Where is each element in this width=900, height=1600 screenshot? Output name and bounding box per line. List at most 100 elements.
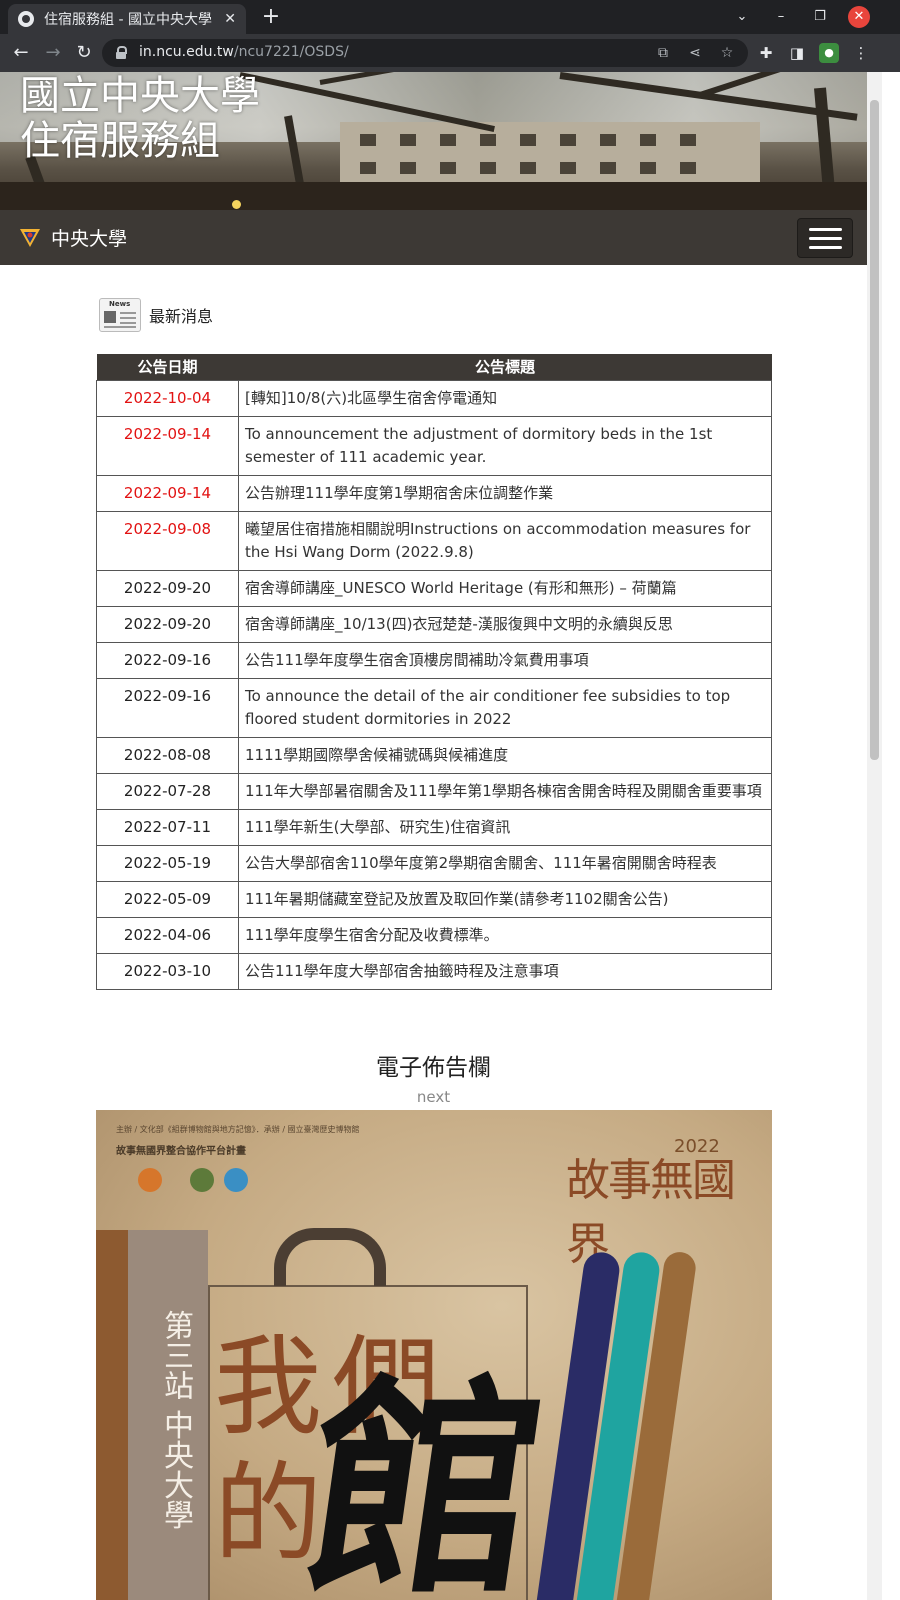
- news-row[interactable]: 2022-09-08 曦望居住宿措施相關說明Instructions on acc…: [96, 510, 772, 571]
- poster-suitcase-handle: [274, 1228, 386, 1286]
- news-row[interactable]: 2022-05-19 公告大學部宿舍110學年度第2學期宿舍關舍、111年暑宿開關…: [96, 844, 772, 882]
- news-date: 2022-09-16: [96, 677, 239, 738]
- news-row[interactable]: 2022-09-14 公告辦理111學年度第1學期宿舍床位調整作業: [96, 474, 772, 512]
- news-row[interactable]: 2022-04-06 111學年度學生宿舍分配及收費標準。: [96, 916, 772, 954]
- address-bar[interactable]: in.ncu.edu.tw/ncu7221/OSDS/ ⧉ ⋖ ☆: [102, 39, 748, 67]
- browser-tab-active[interactable]: 住宿服務組 - 國立中央大學 ✕: [8, 4, 246, 34]
- column-header-title: 公告標題: [238, 354, 772, 380]
- poster-leaf-logo-icon: [190, 1168, 214, 1192]
- extensions-puzzle-icon[interactable]: ✚: [756, 43, 776, 63]
- menu-kebab-icon[interactable]: ⋮: [851, 43, 871, 63]
- tab-close-icon[interactable]: ✕: [224, 11, 236, 27]
- banner-ground: [0, 182, 867, 210]
- news-section-title: 最新消息: [149, 307, 214, 326]
- news-table-body: 2022-10-04 [轉知]10/8(六)北區學生宿舍停電通知 2022-09-1…: [96, 379, 772, 990]
- poster-taiwan-logo-icon: [138, 1168, 162, 1192]
- site-title-line2: 住宿服務組: [20, 118, 220, 164]
- tab-title: 住宿服務組 - 國立中央大學: [44, 12, 212, 28]
- restore-button[interactable]: ❐: [809, 6, 831, 28]
- poster-organizer-text: 主辦 / 文化部《組群博物館與地方記憶》．承辦 / 國立臺灣歷史博物館: [116, 1125, 360, 1134]
- newspaper-photo: [104, 311, 116, 323]
- news-title-link[interactable]: 111學年新生(大學部、研究生)住宿資訊: [238, 808, 772, 846]
- news-title-link[interactable]: 宿舍導師講座_10/13(四)衣冠楚楚-漢服復興中文明的永續與反思: [238, 605, 772, 643]
- news-title-link[interactable]: 宿舍導師講座_UNESCO World Heritage (有形和無形) – 荷…: [238, 569, 772, 607]
- news-title-link[interactable]: 111年暑期儲藏室登記及放置及取回作業(請參考1102關舍公告): [238, 880, 772, 918]
- news-row[interactable]: 2022-09-20 宿舍導師講座_UNESCO World Heritage (…: [96, 569, 772, 607]
- news-row[interactable]: 2022-10-04 [轉知]10/8(六)北區學生宿舍停電通知: [96, 379, 772, 417]
- news-row[interactable]: 2022-05-09 111年暑期儲藏室登記及放置及取回作業(請參考1102關舍公…: [96, 880, 772, 918]
- building-window: [480, 134, 496, 146]
- news-date: 2022-09-14: [96, 474, 239, 512]
- building-window: [400, 134, 416, 146]
- browser-toolbar: ← → ↻ in.ncu.edu.tw/ncu7221/OSDS/ ⧉ ⋖ ☆ …: [0, 34, 900, 72]
- bookmark-star-icon[interactable]: ☆: [718, 44, 736, 62]
- newspaper-icon-tag: News: [109, 300, 131, 308]
- news-row[interactable]: 2022-09-16 To announce the detail of the …: [96, 677, 772, 738]
- lock-icon[interactable]: [116, 46, 127, 59]
- side-panel-icon[interactable]: ◨: [787, 43, 807, 63]
- minimize-button[interactable]: –: [770, 6, 792, 28]
- news-title-link[interactable]: 公告111學年度學生宿舍頂樓房間補助冷氣費用事項: [238, 641, 772, 679]
- poster-project-name: 故事無國界整合協作平台計畫: [116, 1146, 246, 1157]
- tab-search-chevron-icon[interactable]: ⌄: [731, 6, 753, 28]
- hamburger-bar: [809, 246, 842, 249]
- news-title-link[interactable]: 公告大學部宿舍110學年度第2學期宿舍關舍、111年暑宿開關舍時程表: [238, 844, 772, 882]
- news-row[interactable]: 2022-03-10 公告111學年度大學部宿舍抽籤時程及注意事項: [96, 952, 772, 990]
- next-slide-link[interactable]: next: [0, 1088, 867, 1106]
- news-date: 2022-07-28: [96, 772, 239, 810]
- bulletin-poster-image[interactable]: 主辦 / 文化部《組群博物館與地方記憶》．承辦 / 國立臺灣歷史博物館 故事無國…: [96, 1110, 772, 1600]
- menu-toggle-button[interactable]: [797, 218, 853, 258]
- profile-avatar[interactable]: ●: [819, 43, 839, 63]
- poster-left-band: [96, 1230, 128, 1600]
- newspaper-line: [104, 326, 136, 328]
- news-date: 2022-09-08: [96, 510, 239, 571]
- window-close-button[interactable]: ✕: [848, 6, 870, 28]
- news-title-link[interactable]: 曦望居住宿措施相關說明Instructions on accommodation…: [238, 510, 772, 571]
- news-title-link[interactable]: 公告辦理111學年度第1學期宿舍床位調整作業: [238, 474, 772, 512]
- bulletin-board-title: 電子佈告欄: [376, 1055, 491, 1081]
- ncu-logo-icon[interactable]: [18, 225, 42, 249]
- reload-button[interactable]: ↻: [71, 40, 97, 66]
- building-window: [520, 134, 536, 146]
- news-row[interactable]: 2022-07-28 111年大學部暑宿關舍及111學年第1學期各棟宿舍開舍時程及…: [96, 772, 772, 810]
- slide-indicator-dot[interactable]: [232, 200, 241, 209]
- news-title-link[interactable]: 公告111學年度大學部宿舍抽籤時程及注意事項: [238, 952, 772, 990]
- brand-link[interactable]: 中央大學: [51, 224, 127, 251]
- news-title-link[interactable]: 111學年度學生宿舍分配及收費標準。: [238, 916, 772, 954]
- building-window: [640, 134, 656, 146]
- news-date: 2022-03-10: [96, 952, 239, 990]
- url-text: in.ncu.edu.tw/ncu7221/OSDS/: [139, 44, 349, 60]
- building-window: [360, 134, 376, 146]
- translate-icon[interactable]: ⧉: [654, 44, 672, 62]
- news-title-link[interactable]: To announcement the adjustment of dormit…: [238, 415, 772, 476]
- share-icon[interactable]: ⋖: [686, 44, 704, 62]
- news-section-header: News 最新消息: [97, 296, 213, 334]
- poster-station-text: 第三站 中央大學: [158, 1310, 193, 1530]
- news-title-link[interactable]: [轉知]10/8(六)北區學生宿舍停電通知: [238, 379, 772, 417]
- news-row[interactable]: 2022-09-16 公告111學年度學生宿舍頂樓房間補助冷氣費用事項: [96, 641, 772, 679]
- back-button[interactable]: ←: [8, 40, 34, 66]
- scrollbar-thumb[interactable]: [870, 100, 879, 760]
- news-row[interactable]: 2022-07-11 111學年新生(大學部、研究生)住宿資訊: [96, 808, 772, 846]
- news-title-link[interactable]: 1111學期國際學舍候補號碼與候補進度: [238, 736, 772, 774]
- news-row[interactable]: 2022-09-14 To announcement the adjustment…: [96, 415, 772, 476]
- building-window: [640, 162, 656, 174]
- page-scrollbar[interactable]: [867, 72, 882, 1600]
- news-row[interactable]: 2022-08-08 1111學期國際學舍候補號碼與候補進度: [96, 736, 772, 774]
- news-date: 2022-09-16: [96, 641, 239, 679]
- newspaper-icon: News: [97, 296, 143, 334]
- new-tab-button[interactable]: +: [258, 4, 284, 30]
- news-row[interactable]: 2022-09-20 宿舍導師講座_10/13(四)衣冠楚楚-漢服復興中文明的永續…: [96, 605, 772, 643]
- news-title-link[interactable]: To announce the detail of the air condit…: [238, 677, 772, 738]
- forward-button[interactable]: →: [40, 40, 66, 66]
- window-edge: [882, 72, 900, 1600]
- globe-icon: [18, 11, 34, 27]
- column-header-date: 公告日期: [96, 354, 239, 380]
- news-title-link[interactable]: 111年大學部暑宿關舍及111學年第1學期各棟宿舍開舍時程及開關舍重要事項: [238, 772, 772, 810]
- news-date: 2022-05-09: [96, 880, 239, 918]
- newspaper-line: [120, 322, 136, 324]
- news-date: 2022-04-06: [96, 916, 239, 954]
- building-window: [600, 162, 616, 174]
- news-date: 2022-07-11: [96, 808, 239, 846]
- poster-char-1: 我: [214, 1325, 323, 1450]
